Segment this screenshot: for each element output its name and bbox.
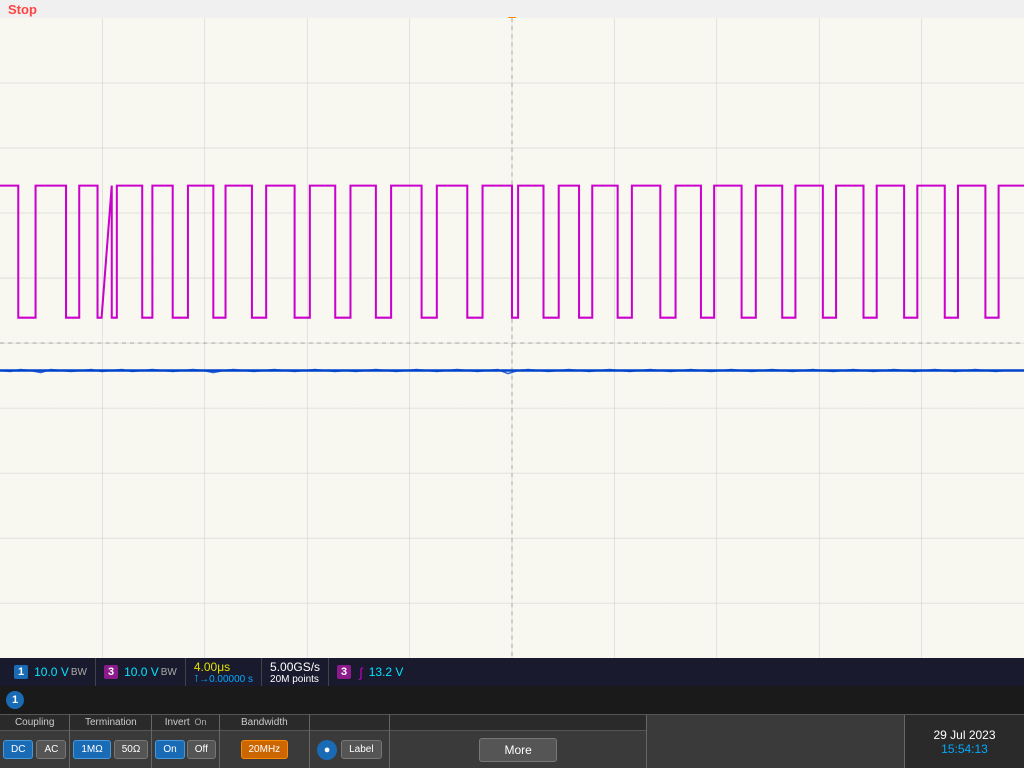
invert-on-button[interactable]: On [155,740,184,759]
control-panel: 1 Coupling DC AC Termination 1MΩ 50Ω [0,686,1024,768]
ch3-meas-badge: 3 [337,665,351,679]
invert-status: On [194,717,206,727]
oscilloscope: Stop ▼ 3 ᗑ ◀ [0,0,1024,768]
invert-label: Invert On [152,715,219,731]
ch3-badge: 3 [104,665,118,679]
label-inner: ● Label [317,740,381,760]
label-group-label [310,715,389,731]
spacer [647,715,904,768]
datetime-section: 29 Jul 2023 15:54:13 [904,715,1024,768]
termination-1m-button[interactable]: 1MΩ [73,740,110,759]
bandwidth-buttons: 20MHz [220,731,309,768]
waveform-display [0,18,1024,668]
more-group: More [390,715,648,768]
bandwidth-group: Bandwidth 20MHz [220,715,310,768]
label-circle: ● [317,740,337,760]
date-display: 29 Jul 2023 [933,728,995,742]
channel-strip: 1 [0,686,1024,714]
coupling-label: Coupling [0,715,69,731]
ch3-extra-measurement: 3 ∫ 13.2 V [329,658,411,686]
ch1-voltage: 10.0 V [34,665,69,679]
label-group: ● Label [310,715,390,768]
invert-btn-group: On Off [155,740,216,759]
ch1-bw: BW [71,667,87,678]
more-button[interactable]: More [479,738,556,762]
ch1-measurement: 1 10.0 V BW [6,658,96,686]
timebase-value: 4.00μs [194,660,230,674]
stop-label: Stop [8,2,37,17]
bandwidth-label: Bandwidth [220,715,309,731]
termination-group: Termination 1MΩ 50Ω [70,715,152,768]
more-buttons: More [390,731,647,768]
more-group-label [390,715,647,731]
termination-label: Termination [70,715,151,731]
coupling-dc-button[interactable]: DC [3,740,33,759]
coupling-buttons: DC AC [0,731,69,768]
label-buttons: ● Label [310,731,389,768]
ch3-measurement: 3 10.0 V BW [96,658,186,686]
channel-indicator: 1 [6,691,24,709]
invert-off-button[interactable]: Off [187,740,216,759]
sampling-section: 5.00GS/s 20M points [262,658,329,686]
ch3-meas-symbol: ∫ [359,665,363,680]
timebase-section: 4.00μs ⊺→0.00000 s [186,658,262,686]
time-display: 15:54:13 [941,742,988,756]
ch1-badge: 1 [14,665,28,679]
measurement-bar: 1 10.0 V BW 3 10.0 V BW 4.00μs ⊺→0.00000… [0,658,1024,686]
sample-rate: 5.00GS/s [270,660,320,674]
invert-group: Invert On On Off [152,715,220,768]
bandwidth-value-button[interactable]: 20MHz [241,740,289,759]
points: 20M points [270,674,319,685]
termination-50-button[interactable]: 50Ω [114,740,149,759]
ch3-meas-value: 13.2 V [369,665,404,679]
display-area: Stop ▼ 3 ᗑ ◀ [0,0,1024,686]
trigger-time: ⊺→0.00000 s [194,674,253,685]
ch3-voltage: 10.0 V [124,665,159,679]
button-row: Coupling DC AC Termination 1MΩ 50Ω Inver… [0,714,1024,768]
termination-buttons: 1MΩ 50Ω [70,731,151,768]
coupling-ac-button[interactable]: AC [36,740,66,759]
label-button[interactable]: Label [341,740,381,759]
ch3-bw: BW [161,667,177,678]
invert-buttons: On Off [152,731,219,768]
coupling-group: Coupling DC AC [0,715,70,768]
